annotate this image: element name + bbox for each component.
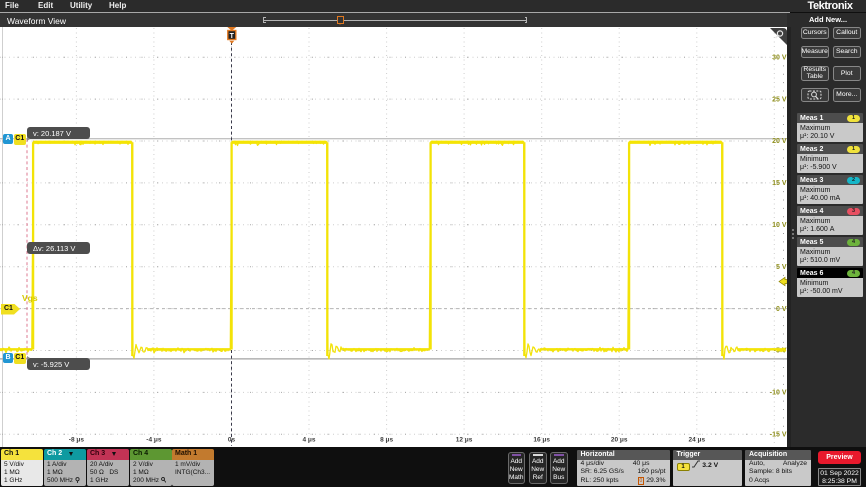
svg-text:10 V: 10 V [772, 222, 787, 229]
svg-text:-4 μs: -4 μs [146, 437, 162, 444]
svg-text:-15 V: -15 V [770, 432, 787, 439]
svg-text:24 μs: 24 μs [688, 437, 705, 444]
svg-text:8 μs: 8 μs [380, 437, 393, 444]
svg-text:4 μs: 4 μs [302, 437, 315, 444]
svg-text:16 μs: 16 μs [533, 437, 550, 444]
svg-text:0s: 0s [228, 437, 236, 444]
svg-text:20 V: 20 V [772, 138, 787, 145]
svg-text:-8 μs: -8 μs [69, 437, 85, 444]
svg-text:0 V: 0 V [776, 306, 787, 313]
svg-text:20 μs: 20 μs [611, 437, 628, 444]
svg-text:25 V: 25 V [772, 96, 787, 103]
svg-text:-10 V: -10 V [770, 390, 787, 397]
svg-text:30 V: 30 V [772, 54, 787, 61]
svg-text:12 μs: 12 μs [456, 437, 473, 444]
svg-text:5 V: 5 V [776, 264, 787, 271]
svg-text:15 V: 15 V [772, 180, 787, 187]
svg-text:T: T [230, 33, 235, 40]
